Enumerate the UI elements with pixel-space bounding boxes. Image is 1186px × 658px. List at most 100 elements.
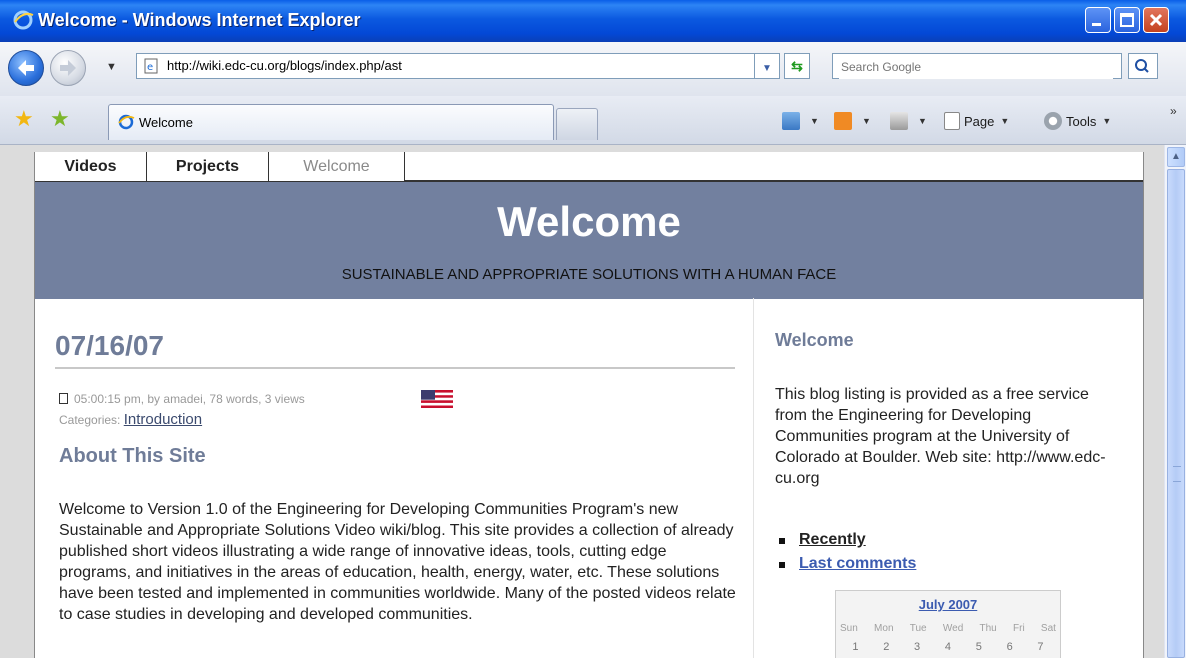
post-heading: About This Site [59, 445, 206, 467]
post-body: Welcome to Version 1.0 of the Engineerin… [59, 501, 736, 623]
url-text: http://wiki.edc-cu.org/blogs/index.php/a… [167, 58, 402, 73]
vertical-scrollbar[interactable]: ▲ [1164, 145, 1186, 658]
us-flag-icon [421, 390, 453, 408]
weekday: Thu [979, 623, 997, 634]
chevron-down-icon: ▼ [1102, 116, 1112, 126]
tab-welcome[interactable]: Welcome [108, 104, 554, 140]
tools-menu-label: Tools [1066, 113, 1097, 129]
minimize-button[interactable] [1085, 7, 1111, 33]
add-favorite-icon[interactable]: ★ [50, 106, 70, 132]
ie-page-icon [118, 114, 135, 130]
calendar-month-link[interactable]: July 2007 [836, 597, 1060, 612]
nav-welcome[interactable]: Welcome [269, 152, 405, 181]
post-meta: 05:00:15 pm, by amadei, 78 words, 3 view… [59, 392, 305, 406]
recently-link[interactable]: Recently [799, 531, 866, 548]
calendar-day[interactable]: 6 [1007, 641, 1013, 653]
chevron-down-icon: ▼ [918, 116, 927, 126]
sidebar-text: This blog listing is provided as a free … [775, 386, 1106, 487]
back-button[interactable] [8, 50, 44, 86]
ie-logo-icon [13, 10, 34, 30]
list-item: Recently [775, 531, 916, 555]
post-meta-text: 05:00:15 pm, by amadei, 78 words, 3 view… [74, 392, 305, 406]
chevron-down-icon: ▼ [1000, 116, 1010, 126]
minimize-icon [1092, 23, 1101, 26]
search-box[interactable] [832, 53, 1122, 79]
toolbar-overflow-button[interactable]: » [1170, 104, 1177, 118]
page-menu-button[interactable]: Page ▼ [944, 108, 1009, 134]
address-toolbar: ▼ e http://wiki.edc-cu.org/blogs/index.p… [0, 42, 1186, 97]
page-icon [944, 112, 960, 130]
sidebar-links: Recently Last comments [775, 531, 916, 579]
maximize-icon [1120, 13, 1134, 27]
chevron-down-icon: ▼ [762, 63, 772, 74]
last-comments-link[interactable]: Last comments [799, 555, 916, 572]
page-menu-label: Page [964, 113, 995, 129]
tab-bar: ★ ★ Welcome ▼ ▼ ▼ Page ▼ Tools ▼ » [0, 96, 1186, 145]
gear-icon [1044, 112, 1062, 130]
web-page: Videos Projects Welcome Welcome SUSTAINA… [34, 152, 1144, 658]
site-banner: Welcome SUSTAINABLE AND APPROPRIATE SOLU… [35, 181, 1143, 299]
calendar-day[interactable]: 4 [945, 641, 951, 653]
scroll-up-button[interactable]: ▲ [1167, 147, 1185, 167]
list-item: Last comments [775, 555, 916, 579]
calendar-week: 1 2 3 4 5 6 7 [840, 641, 1056, 653]
nav-projects[interactable]: Projects [147, 152, 269, 181]
permalink-icon[interactable] [59, 393, 68, 404]
chevron-down-icon: ▼ [810, 116, 819, 126]
refresh-button[interactable]: ⇆ [784, 53, 810, 79]
home-button[interactable]: ▼ [782, 108, 819, 134]
calendar: July 2007 Sun Mon Tue Wed Thu Fri Sat 1 … [835, 590, 1061, 658]
column-divider [753, 298, 754, 658]
refresh-icon: ⇆ [791, 58, 803, 74]
sidebar-heading: Welcome [775, 330, 854, 350]
printer-icon [890, 112, 908, 130]
print-button[interactable]: ▼ [890, 108, 927, 134]
calendar-day[interactable]: 3 [914, 641, 920, 653]
forward-arrow-icon [60, 60, 76, 76]
calendar-day[interactable]: 1 [852, 641, 858, 653]
forward-button[interactable] [50, 50, 86, 86]
address-field[interactable]: e http://wiki.edc-cu.org/blogs/index.php… [136, 53, 780, 79]
calendar-weekdays: Sun Mon Tue Wed Thu Fri Sat [840, 623, 1056, 634]
nav-videos[interactable]: Videos [35, 152, 147, 181]
post-categories: Categories: Introduction [59, 411, 202, 428]
rss-icon [834, 112, 852, 130]
weekday: Tue [909, 623, 927, 634]
banner-title: Welcome [497, 198, 681, 245]
weekday: Wed [942, 623, 964, 634]
calendar-day[interactable]: 5 [976, 641, 982, 653]
address-dropdown-button[interactable]: ▼ [754, 53, 780, 79]
close-icon [1149, 13, 1163, 27]
back-arrow-icon [18, 60, 34, 76]
scroll-grip-icon [1173, 466, 1181, 482]
window-title: Welcome - Windows Internet Explorer [38, 10, 361, 30]
page-icon: e [144, 58, 158, 74]
tab-label: Welcome [139, 115, 193, 130]
favorites-star-icon[interactable]: ★ [14, 106, 34, 132]
feeds-button[interactable]: ▼ [834, 108, 871, 134]
weekday: Fri [1013, 623, 1025, 634]
new-tab-button[interactable] [556, 108, 598, 140]
search-icon [1135, 59, 1149, 73]
calendar-day[interactable]: 2 [883, 641, 889, 653]
tools-menu-button[interactable]: Tools ▼ [1044, 108, 1111, 134]
weekday: Sun [840, 623, 858, 634]
home-icon [782, 112, 800, 130]
close-button[interactable] [1143, 7, 1169, 33]
banner-tagline: SUSTAINABLE AND APPROPRIATE SOLUTIONS WI… [341, 266, 837, 283]
search-button[interactable] [1128, 53, 1158, 79]
scroll-thumb[interactable] [1167, 169, 1185, 658]
chevron-down-icon: ▼ [862, 116, 871, 126]
category-link[interactable]: Introduction [124, 411, 202, 428]
maximize-button[interactable] [1114, 7, 1140, 33]
browser-viewport: Videos Projects Welcome Welcome SUSTAINA… [0, 145, 1186, 658]
calendar-day[interactable]: 7 [1037, 641, 1043, 653]
categories-label: Categories: [59, 413, 121, 427]
svg-text:e: e [147, 62, 153, 73]
history-dropdown-icon[interactable]: ▼ [106, 61, 117, 73]
search-input[interactable] [839, 55, 1113, 79]
title-bar: Welcome - Windows Internet Explorer [0, 0, 1186, 42]
weekday: Mon [874, 623, 894, 634]
weekday: Sat [1040, 623, 1056, 634]
date-underline [55, 367, 735, 369]
